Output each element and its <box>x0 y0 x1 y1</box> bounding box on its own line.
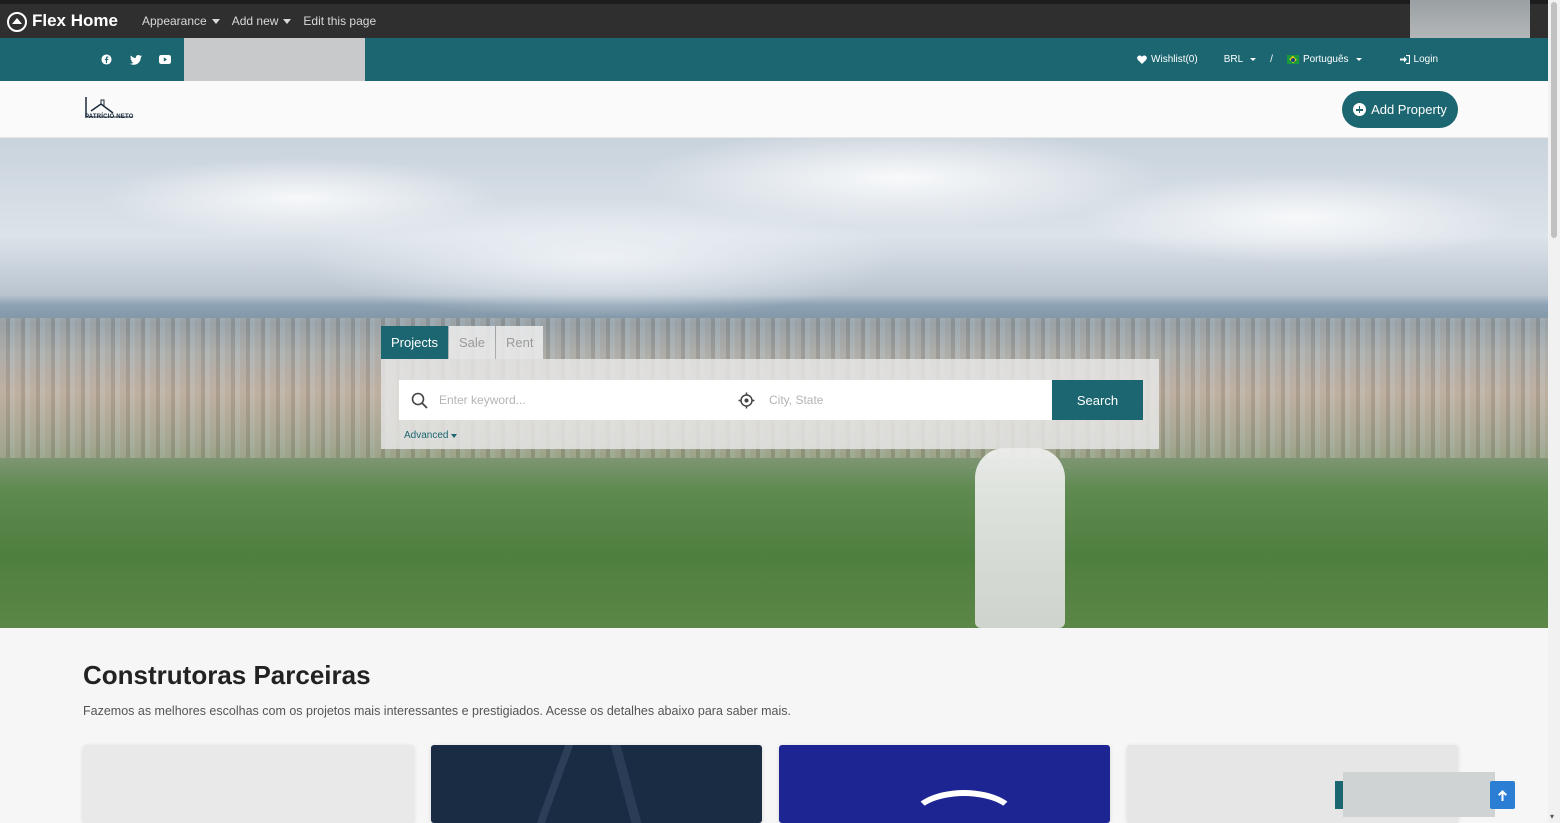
admin-menu-appearance[interactable]: Appearance <box>142 14 220 28</box>
floating-widget[interactable] <box>1343 772 1495 817</box>
arrow-up-icon <box>1498 789 1507 801</box>
page-scrollbar[interactable]: ▾ <box>1548 0 1560 823</box>
flex-home-logo-icon <box>7 12 27 32</box>
partner-card[interactable] <box>431 745 762 823</box>
brazil-flag-icon <box>1286 55 1299 64</box>
wishlist-label: Wishlist(0) <box>1151 54 1198 65</box>
tab-projects[interactable]: Projects <box>381 326 448 359</box>
admin-menu-add-new[interactable]: Add new <box>232 14 292 28</box>
floating-widget-edge <box>1335 781 1343 809</box>
tab-rent[interactable]: Rent <box>496 326 544 359</box>
card-image-detail <box>610 745 642 823</box>
back-to-top-button[interactable] <box>1490 781 1515 809</box>
section-title: Construtoras Parceiras <box>83 660 371 690</box>
social-links <box>99 52 172 67</box>
language-dropdown[interactable]: Português <box>1286 54 1362 65</box>
advanced-label: Advanced <box>404 430 449 441</box>
chevron-down-icon <box>283 18 292 24</box>
scrollbar-thumb[interactable] <box>1551 2 1557 238</box>
partner-card[interactable] <box>779 745 1110 823</box>
search-row: Search <box>399 380 1143 420</box>
youtube-icon[interactable] <box>157 52 172 67</box>
top-bar-right: Wishlist(0) BRL / Português Login <box>1137 38 1438 81</box>
admin-bar: Flex Home Appearance Add new Edit this p… <box>0 0 1560 44</box>
advanced-toggle[interactable]: Advanced <box>404 430 458 441</box>
card-image-detail <box>536 745 574 823</box>
currency-label: BRL <box>1223 54 1244 65</box>
search-button[interactable]: Search <box>1052 380 1143 420</box>
heart-icon <box>1137 55 1147 64</box>
scroll-down-arrow-icon[interactable]: ▾ <box>1550 813 1558 821</box>
chevron-down-icon <box>451 433 458 438</box>
facebook-icon[interactable] <box>99 52 114 67</box>
chevron-down-icon <box>1250 58 1257 61</box>
hero-statue <box>975 448 1065 628</box>
patricio-neto-logo-icon[interactable] <box>83 95 137 125</box>
city-input[interactable] <box>769 393 1051 407</box>
partner-logo-icon <box>909 790 1019 823</box>
admin-brand[interactable]: Flex Home <box>6 10 118 32</box>
twitter-icon[interactable] <box>128 52 143 67</box>
logo-text: PATRÍCIO NETO <box>85 114 134 120</box>
currency-dropdown[interactable]: BRL <box>1223 54 1257 65</box>
add-property-label: Add Property <box>1371 102 1447 117</box>
partner-card[interactable] <box>83 745 414 823</box>
top-bar: Wishlist(0) BRL / Português Login <box>0 38 1548 81</box>
wishlist-link[interactable]: Wishlist(0) <box>1137 54 1198 65</box>
plus-circle-icon <box>1353 103 1367 116</box>
site-header: PATRÍCIO NETO Add Property <box>0 81 1548 138</box>
keyword-input[interactable] <box>439 393 724 407</box>
admin-menu-appearance-label: Appearance <box>141 14 207 28</box>
admin-brand-label: Flex Home <box>32 11 118 30</box>
chevron-down-icon <box>211 18 220 24</box>
admin-menu-edit-page[interactable]: Edit this page <box>303 14 376 28</box>
section-subtitle: Fazemos as melhores escolhas com os proj… <box>83 704 791 718</box>
sign-in-icon <box>1399 55 1410 64</box>
search-icon <box>399 392 439 409</box>
tab-sale[interactable]: Sale <box>448 326 495 359</box>
crosshairs-icon[interactable] <box>724 392 769 409</box>
search-tabs: Projects Sale Rent <box>381 326 544 359</box>
admin-menu: Appearance Add new Edit this page <box>142 14 376 28</box>
login-label: Login <box>1413 54 1438 65</box>
top-bar-separator: / <box>1270 54 1273 65</box>
admin-menu-add-new-label: Add new <box>231 14 279 28</box>
admin-menu-edit-page-label: Edit this page <box>303 14 377 28</box>
add-property-button[interactable]: Add Property <box>1342 91 1458 128</box>
chevron-down-icon <box>1355 58 1362 61</box>
search-panel: Search Advanced <box>381 359 1159 449</box>
language-label: Português <box>1302 54 1349 65</box>
redacted-block <box>184 38 365 81</box>
login-link[interactable]: Login <box>1399 54 1438 65</box>
